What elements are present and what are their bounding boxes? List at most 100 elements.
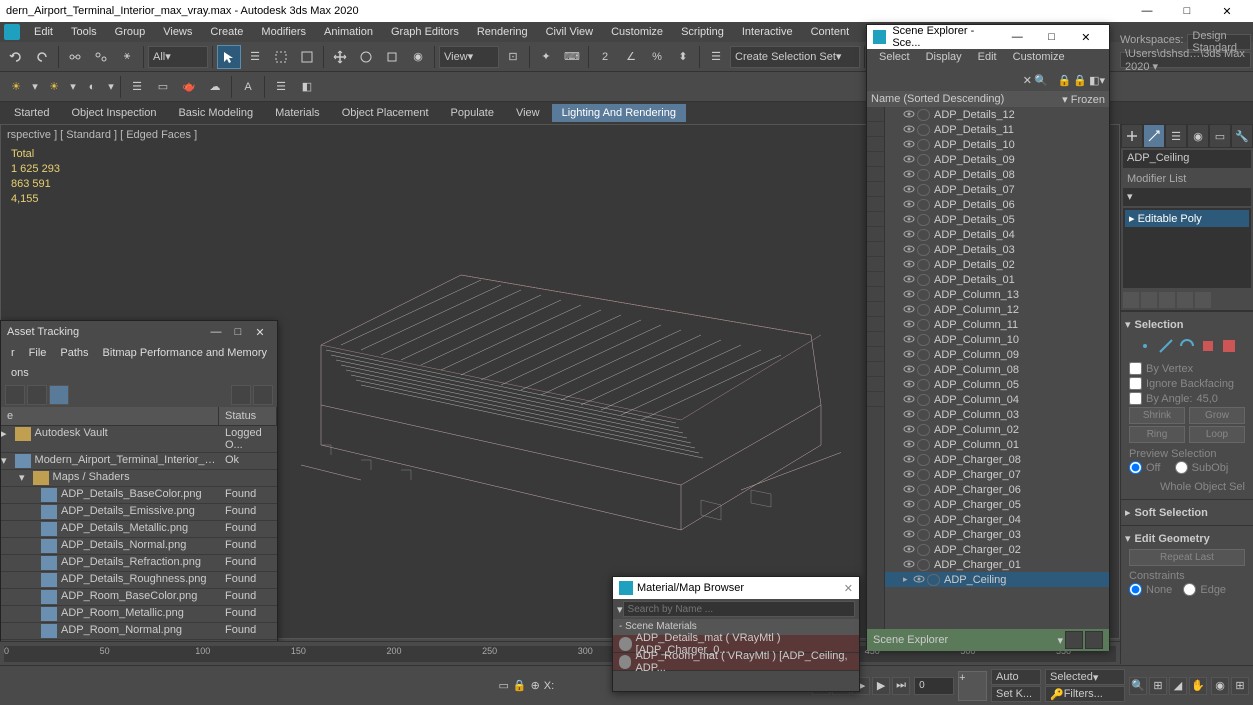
visibility-icon[interactable] <box>903 169 916 181</box>
placement-button[interactable]: ◉ <box>406 45 430 69</box>
goto-end-button[interactable]: ⏭ <box>892 677 910 695</box>
menu-tools[interactable]: Tools <box>63 24 105 40</box>
freeze-icon[interactable] <box>917 529 930 541</box>
soft-selection-rollout[interactable]: ▸ Soft Selection <box>1121 499 1253 525</box>
menu-customize[interactable]: Customize <box>603 24 671 40</box>
freeze-icon[interactable] <box>917 244 930 256</box>
freeze-icon[interactable] <box>917 484 930 496</box>
maximize-viewport-button[interactable]: ⊞ <box>1231 677 1249 695</box>
keyboard-button[interactable]: ⌨ <box>560 45 584 69</box>
menu-item[interactable]: Select <box>873 49 916 69</box>
menu-item[interactable]: Display <box>920 49 968 69</box>
grow-button[interactable]: Grow <box>1189 407 1245 424</box>
table-row[interactable]: ADP_Room_Metallic.pngFound <box>1 606 277 623</box>
render-view-button[interactable]: ▭ <box>151 75 175 99</box>
scene-item[interactable]: ADP_Details_07 <box>885 182 1109 197</box>
visibility-icon[interactable] <box>903 409 916 421</box>
filter-icon[interactable] <box>867 107 884 122</box>
freeze-icon[interactable] <box>917 154 930 166</box>
polygon-subobj-icon[interactable] <box>1199 337 1217 355</box>
set-key-button[interactable]: Set K... <box>991 686 1041 702</box>
unlink-button[interactable] <box>89 45 113 69</box>
visibility-icon[interactable] <box>903 514 916 526</box>
render-preset-button[interactable]: ☰ <box>125 75 149 99</box>
freeze-icon[interactable] <box>917 229 930 241</box>
table-row[interactable]: ADP_Room_BaseColor.pngFound <box>1 589 277 606</box>
close-button[interactable]: ✕ <box>249 326 271 339</box>
filter-icon[interactable] <box>867 347 884 362</box>
scene-item[interactable]: ▸ADP_Ceiling <box>885 572 1109 587</box>
scene-item[interactable]: ADP_Column_11 <box>885 317 1109 332</box>
visibility-icon[interactable] <box>903 334 916 346</box>
maximize-button[interactable]: □ <box>227 326 249 338</box>
key-filters-button[interactable]: 🔑 Filters... <box>1045 686 1125 702</box>
table-row[interactable]: ADP_Details_Normal.pngFound <box>1 538 277 555</box>
visibility-icon[interactable] <box>913 574 926 586</box>
filter-icon[interactable]: ◧▾ <box>1089 74 1105 87</box>
visibility-icon[interactable] <box>903 439 916 451</box>
filter-icon[interactable] <box>867 197 884 212</box>
freeze-icon[interactable] <box>917 499 930 511</box>
utilities-tab[interactable]: 🔧 <box>1231 124 1253 148</box>
selection-lock-icon[interactable]: ▭ <box>498 679 508 692</box>
scene-item[interactable]: ADP_Details_12 <box>885 107 1109 122</box>
freeze-icon[interactable] <box>917 319 930 331</box>
loop-button[interactable]: Loop <box>1189 426 1245 443</box>
clear-icon[interactable]: ✕ <box>1023 74 1032 87</box>
layer-button[interactable]: ◧ <box>295 75 319 99</box>
move-button[interactable] <box>328 45 352 69</box>
repeat-last-button[interactable]: Repeat Last <box>1129 549 1245 566</box>
filter-icon[interactable] <box>867 287 884 302</box>
tab-object-inspection[interactable]: Object Inspection <box>61 104 166 122</box>
freeze-icon[interactable] <box>917 349 930 361</box>
modify-tab[interactable] <box>1143 124 1165 148</box>
scene-item[interactable]: ADP_Column_02 <box>885 422 1109 437</box>
visibility-icon[interactable] <box>903 454 916 466</box>
table-row[interactable]: ▾ Maps / Shaders <box>1 470 277 487</box>
time-config-button[interactable]: + <box>958 671 987 701</box>
table-row[interactable]: ADP_Details_Roughness.pngFound <box>1 572 277 589</box>
visibility-icon[interactable] <box>903 199 916 211</box>
freeze-icon[interactable] <box>917 514 930 526</box>
object-name-field[interactable]: ADP_Ceiling <box>1123 150 1251 168</box>
render-in-cloud-button[interactable]: ☁ <box>203 75 227 99</box>
settings-icon[interactable] <box>253 385 273 405</box>
freeze-icon[interactable] <box>917 259 930 271</box>
manipulate-button[interactable]: ✦ <box>534 45 558 69</box>
menu-item[interactable]: r <box>5 345 21 361</box>
asset-tracking-window[interactable]: Asset Tracking — □ ✕ rFilePathsBitmap Pe… <box>0 320 278 665</box>
undo-button[interactable] <box>4 45 28 69</box>
filter-icon[interactable] <box>867 377 884 392</box>
element-subobj-icon[interactable] <box>1220 337 1238 355</box>
visibility-icon[interactable] <box>903 244 916 256</box>
menu-content[interactable]: Content <box>803 24 858 40</box>
scene-item[interactable]: ADP_Charger_04 <box>885 512 1109 527</box>
visibility-icon[interactable] <box>903 499 916 511</box>
pivot-button[interactable]: ⊡ <box>501 45 525 69</box>
sp-sun-icon[interactable]: ☀ <box>42 75 66 99</box>
scene-item[interactable]: ADP_Details_11 <box>885 122 1109 137</box>
teapot-icon[interactable]: 🫖 <box>177 75 201 99</box>
menu-item[interactable]: Customize <box>1007 49 1071 69</box>
filter-icon[interactable] <box>867 227 884 242</box>
lock-icon[interactable]: 🔒 <box>1073 74 1087 87</box>
scene-item[interactable]: ADP_Details_04 <box>885 227 1109 242</box>
freeze-icon[interactable] <box>917 214 930 226</box>
shrink-button[interactable]: Shrink <box>1129 407 1185 424</box>
stack-item[interactable]: ▸ Editable Poly <box>1125 210 1249 227</box>
menu-item[interactable]: Edit <box>972 49 1003 69</box>
freeze-icon[interactable] <box>917 559 930 571</box>
visibility-icon[interactable] <box>903 544 916 556</box>
tree-view-icon[interactable] <box>27 385 47 405</box>
visibility-icon[interactable] <box>903 139 916 151</box>
selection-filter-dropdown[interactable]: All ▾ <box>148 46 208 68</box>
maximize-button[interactable]: □ <box>1034 31 1068 43</box>
show-end-icon[interactable] <box>1141 292 1157 308</box>
asset-list[interactable]: e Status ▸ Autodesk Vault Logged O... ▾ … <box>1 407 277 667</box>
scene-item[interactable]: ADP_Column_08 <box>885 362 1109 377</box>
tab-populate[interactable]: Populate <box>441 104 504 122</box>
freeze-icon[interactable] <box>917 439 930 451</box>
menu-civil-view[interactable]: Civil View <box>538 24 601 40</box>
remove-mod-icon[interactable] <box>1177 292 1193 308</box>
material-browser-window[interactable]: Material/Map Browser ✕ ▾ - Scene Materia… <box>612 576 860 692</box>
